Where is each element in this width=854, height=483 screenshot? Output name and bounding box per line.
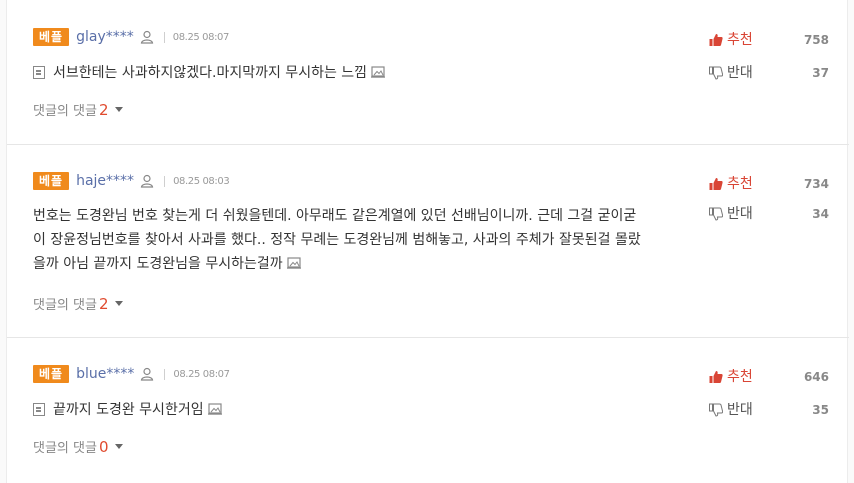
downvote-count: 35 <box>812 403 829 417</box>
report-icon[interactable] <box>207 403 222 415</box>
thumbs-down-icon <box>709 207 723 221</box>
user-icon <box>140 174 154 188</box>
reply-label: 댓글의 댓글 <box>33 104 97 119</box>
username-link[interactable]: glay**** <box>76 29 134 45</box>
upvote-label: 추천 <box>727 176 753 192</box>
comment-date: 08.25 08:07 <box>172 31 230 43</box>
downvote-label: 반대 <box>727 206 753 222</box>
comment-text-line: 이 장윤정님번호를 찾아서 사과를 했다.. 정작 무례는 도경완님께 범해놓고… <box>33 232 641 248</box>
reply-toggle[interactable]: 댓글의 댓글 2 <box>33 294 124 313</box>
thumbs-down-icon <box>709 403 723 417</box>
downvote-button[interactable]: 반대 34 <box>709 204 829 224</box>
upvote-button[interactable]: 추천 734 <box>709 174 829 194</box>
user-icon <box>141 367 154 381</box>
best-comment-badge: 베플 <box>33 28 70 46</box>
reply-count: 0 <box>98 437 109 456</box>
best-comment-badge: 베플 <box>33 172 70 190</box>
upvote-button[interactable]: 추천 758 <box>709 30 829 50</box>
comment-body: 끝까지 도경완 무시한거임 <box>33 398 693 422</box>
upvote-label: 추천 <box>727 369 753 385</box>
comment-meta: 베플 blue**** 08.25 08:07 <box>33 364 230 384</box>
best-comment-badge: 베플 <box>33 365 70 383</box>
comment-meta: 베플 haje**** 08.25 08:03 <box>33 171 230 191</box>
downvote-label: 반대 <box>727 402 753 418</box>
separator <box>164 368 166 380</box>
reply-label: 댓글의 댓글 <box>33 298 97 313</box>
caret-down-icon <box>115 301 124 306</box>
comment-text-line-last: 을까 아님 끝까지 도경완님을 무시하는걸까 <box>33 252 693 276</box>
comment-list: 베플 glay**** 08.25 08:07 서브한테는 사과하지않겠다.마지… <box>6 0 849 483</box>
reply-label: 댓글의 댓글 <box>33 441 97 456</box>
comment-text: 끝까지 도경완 무시한거임 <box>53 402 204 418</box>
thumbs-up-icon <box>709 371 723 383</box>
downvote-button[interactable]: 반대 35 <box>709 400 829 420</box>
comment-icon <box>33 403 45 416</box>
caret-down-icon <box>115 444 124 449</box>
report-icon[interactable] <box>371 66 386 78</box>
reply-count: 2 <box>98 294 109 313</box>
report-icon[interactable] <box>286 257 301 269</box>
user-icon <box>140 30 153 44</box>
separator <box>163 31 165 43</box>
downvote-button[interactable]: 반대 37 <box>709 63 829 83</box>
upvote-label: 추천 <box>727 32 753 48</box>
username-link[interactable]: blue**** <box>76 366 134 382</box>
comment-date: 08.25 08:07 <box>173 368 230 380</box>
upvote-count: 758 <box>803 33 829 47</box>
upvote-count: 646 <box>803 370 829 384</box>
comment-icon <box>33 66 45 79</box>
reply-toggle[interactable]: 댓글의 댓글 2 <box>33 100 124 119</box>
page: 베플 glay**** 08.25 08:07 서브한테는 사과하지않겠다.마지… <box>0 0 854 483</box>
downvote-count: 37 <box>812 66 829 80</box>
downvote-label: 반대 <box>727 65 753 81</box>
divider <box>7 144 849 145</box>
comment-text: 서브한테는 사과하지않겠다.마지막까지 무시하는 느낌 <box>53 65 368 81</box>
reply-count: 2 <box>98 100 109 119</box>
comment-meta: 베플 glay**** 08.25 08:07 <box>33 27 229 47</box>
comment-date: 08.25 08:03 <box>173 175 230 187</box>
upvote-button[interactable]: 추천 646 <box>709 367 829 387</box>
thumbs-up-icon <box>709 34 723 46</box>
upvote-count: 734 <box>803 177 829 191</box>
caret-down-icon <box>115 107 124 112</box>
reply-toggle[interactable]: 댓글의 댓글 0 <box>33 437 124 456</box>
separator <box>164 175 166 187</box>
thumbs-up-icon <box>709 178 723 190</box>
comment-text-line: 번호는 도경완님 번호 찾는게 더 쉬웠을텐데. 아무래도 같은계열에 있던 선… <box>33 208 637 224</box>
downvote-count: 34 <box>812 207 829 221</box>
comment-body: 서브한테는 사과하지않겠다.마지막까지 무시하는 느낌 <box>33 61 693 85</box>
thumbs-down-icon <box>709 66 723 80</box>
divider <box>7 337 849 338</box>
comment-text-line: 을까 아님 끝까지 도경완님을 무시하는걸까 <box>33 256 283 272</box>
comment-body: 번호는 도경완님 번호 찾는게 더 쉬웠을텐데. 아무래도 같은계열에 있던 선… <box>33 204 693 276</box>
username-link[interactable]: haje**** <box>76 173 134 189</box>
